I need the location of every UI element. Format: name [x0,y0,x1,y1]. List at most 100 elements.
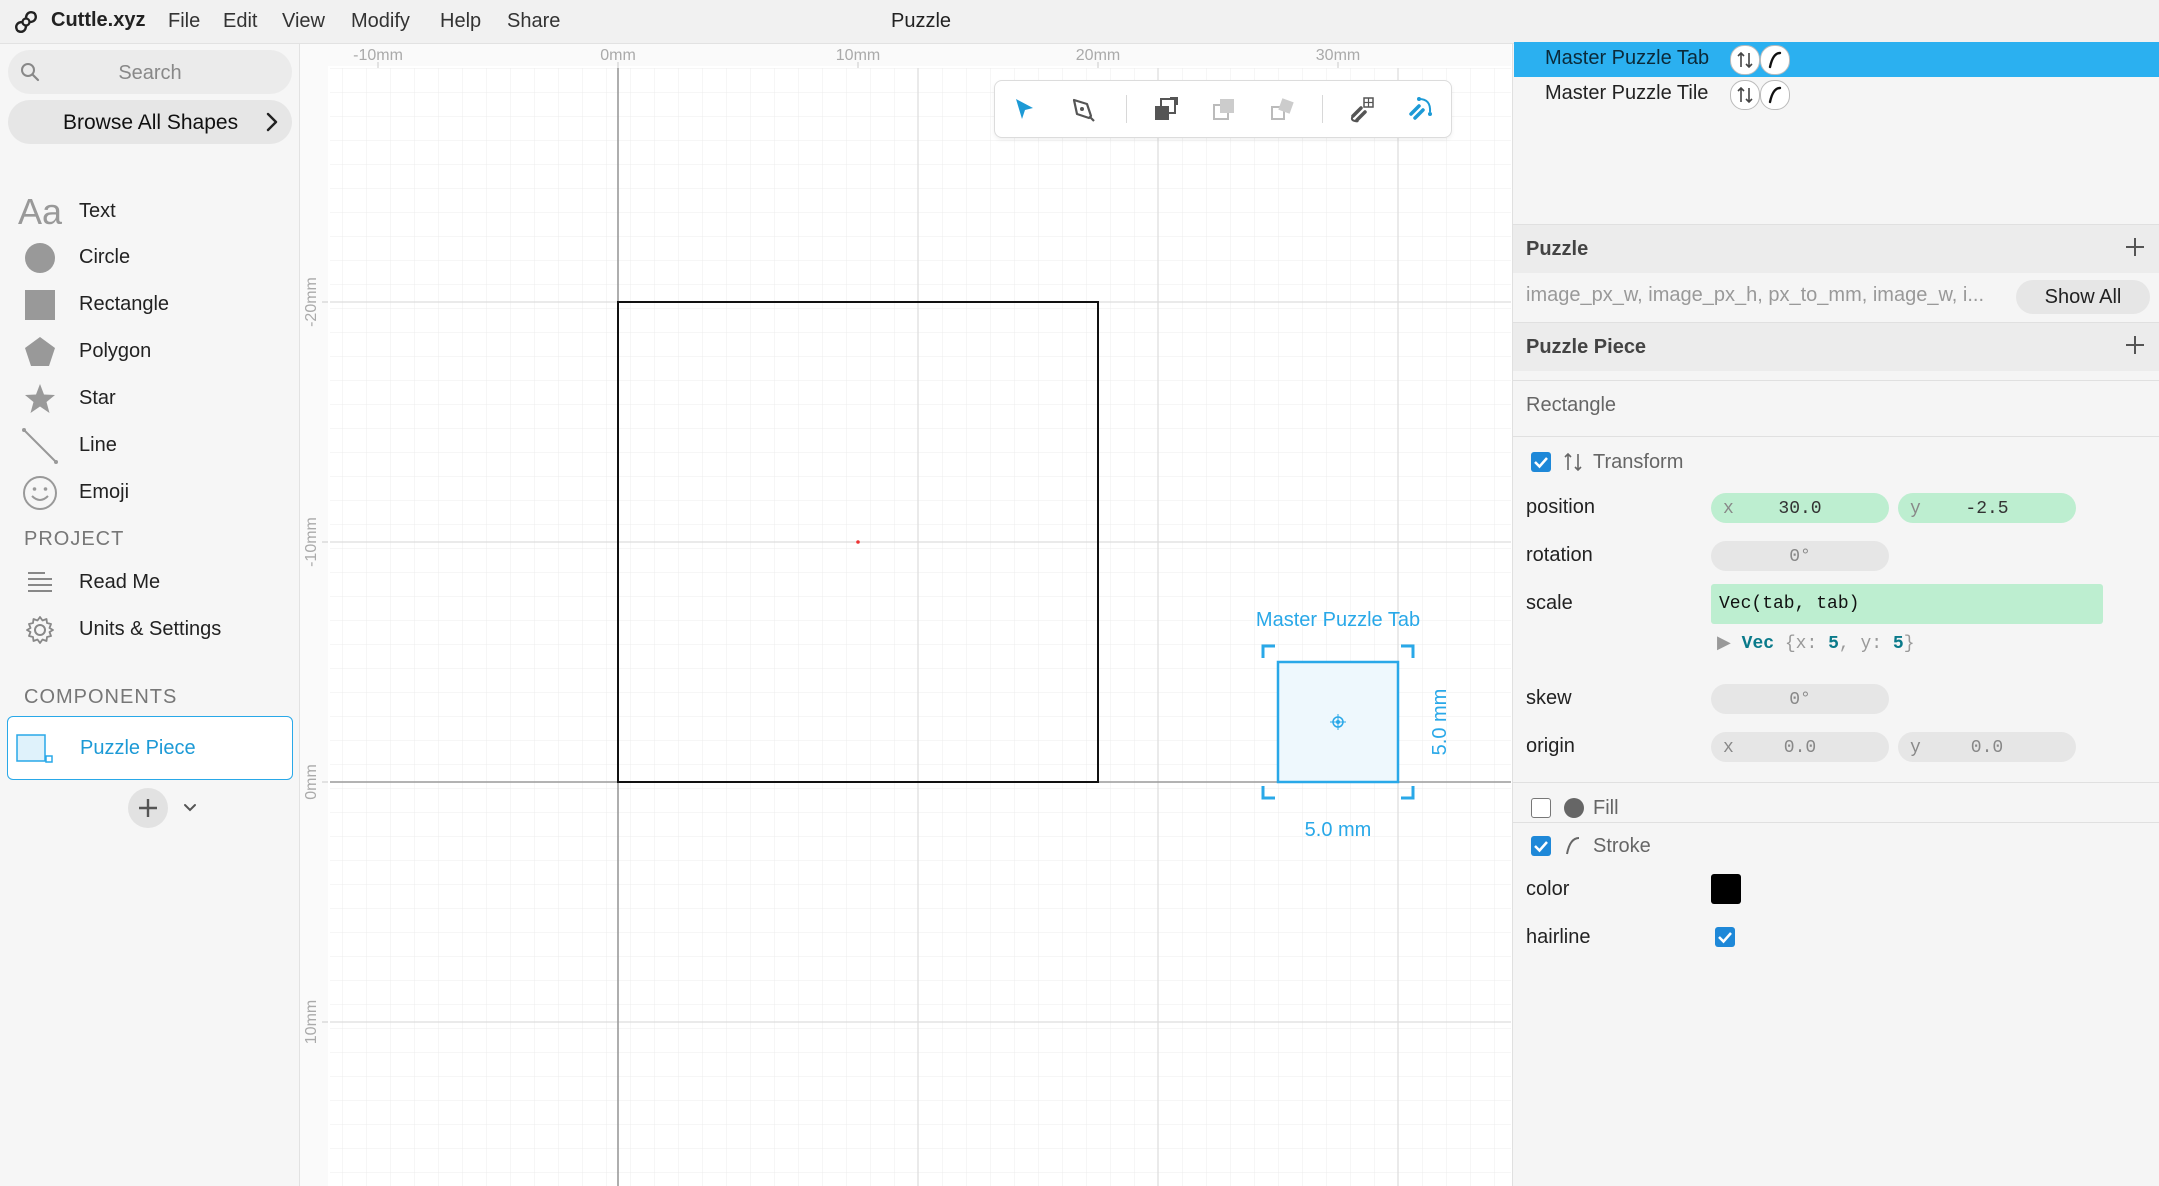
project-item-label: Read Me [79,571,161,593]
component-thumbnail-icon [16,734,53,763]
hairline-checkbox[interactable] [1715,927,1735,947]
shape-label: Text [79,200,116,222]
divider [1513,782,2159,783]
component-puzzle-piece[interactable]: Puzzle Piece [7,716,293,780]
plus-icon [139,799,157,817]
drawing-surface[interactable]: -10mm 0mm 10mm 20mm 30mm -20mm -10mm 0mm… [300,44,1511,1186]
fill-label: Fill [1593,797,1619,819]
inspector-panel: Master Puzzle Tab Master Puzzle Tile Puz… [1512,42,2159,1186]
transform-arrows-icon[interactable] [1730,80,1760,110]
position-x-field[interactable]: x 30.0 [1711,493,1889,523]
ruler-label-x: 30mm [1316,47,1360,64]
panel-title: Puzzle Piece [1526,336,1647,358]
smiley-icon [20,476,60,510]
scale-expression: Vec(tab, tab) [1719,594,1860,614]
project-item-label: Units & Settings [79,618,222,640]
layer-label: Master Puzzle Tile [1545,82,1709,104]
origin-y-value: 0.0 [1970,738,2004,758]
divider [1513,436,2159,437]
shape-item-text[interactable]: Aa Text [0,189,299,233]
line-icon [20,428,60,464]
fill-checkbox[interactable] [1531,798,1551,818]
shape-type-label: Rectangle [1526,394,1617,416]
ruler-label-x: 10mm [836,47,880,64]
width-dimension-label: 5.0 mm [1305,819,1372,841]
chevron-down-icon[interactable] [181,800,199,816]
plus-icon[interactable] [2123,235,2147,259]
transform-label: Transform [1593,451,1684,473]
puzzle-piece-parameters-header[interactable]: Puzzle Piece [1513,323,2159,371]
scale-tool-icon[interactable] [1151,94,1181,124]
snap-grid-magnet-icon[interactable] [1347,94,1377,124]
ruler-label-y: 0mm [303,764,320,800]
star-icon [20,382,60,416]
shape-item-emoji[interactable]: Emoji [0,470,299,514]
left-sidebar: Search Browse All Shapes Aa Text Circle … [0,44,300,1186]
shape-item-polygon[interactable]: Polygon [0,329,299,373]
browse-all-shapes-button[interactable]: Browse All Shapes [8,100,292,144]
shape-label: Polygon [79,340,152,362]
shape-item-star[interactable]: Star [0,376,299,420]
stroke-checkbox[interactable] [1531,836,1551,856]
circle-icon [20,241,60,275]
stroke-color-swatch[interactable] [1711,874,1741,904]
plus-icon[interactable] [2123,333,2147,357]
select-arrow-icon[interactable] [1009,94,1039,124]
fill-circle-icon [1564,798,1584,818]
browse-label: Browse All Shapes [63,111,239,134]
ruler-label-x: 0mm [600,47,636,64]
origin-x-field[interactable]: x 0.0 [1711,732,1889,762]
layer-row-master-puzzle-tile[interactable]: Master Puzzle Tile [1514,77,2159,112]
position-label: position [1526,496,1595,518]
shape-label: Rectangle [79,293,170,315]
preview-x: 5 [1828,634,1839,654]
toolbar-divider [1126,95,1127,123]
shape-item-circle[interactable]: Circle [0,235,299,279]
toolbar-divider [1322,95,1323,123]
transform-checkbox[interactable] [1531,452,1551,472]
canvas[interactable]: -10mm 0mm 10mm 20mm 30mm -20mm -10mm 0mm… [300,44,1511,1186]
search-placeholder: Search [118,62,182,84]
snap-path-magnet-icon[interactable] [1405,94,1435,124]
transform-arrows-icon[interactable] [1730,45,1760,75]
divider [1513,380,2159,381]
show-all-label: Show All [2044,286,2122,308]
preview-type: Vec [1741,634,1775,654]
puzzle-parameters-header[interactable]: Puzzle [1513,225,2159,273]
position-y-field[interactable]: y -2.5 [1898,493,2076,523]
selection-name-label: Master Puzzle Tab [1256,609,1420,631]
shape-item-rectangle[interactable]: Rectangle [0,282,299,326]
color-label: color [1526,878,1570,900]
rotate-disabled-icon[interactable] [1267,94,1297,124]
stroke-path-icon[interactable] [1760,45,1790,75]
position-y-value: -2.5 [1965,499,2009,519]
ruler-label-y: -20mm [303,277,320,327]
document-lines-icon [20,566,60,600]
scale-disabled-icon[interactable] [1209,94,1239,124]
scale-evaluated-preview[interactable]: ▶ Vec {x: 5, y: 5} [1717,632,1915,654]
expand-triangle-icon[interactable]: ▶ [1717,634,1731,654]
rotation-field[interactable]: 0° [1711,541,1889,571]
origin-y-field[interactable]: y 0.0 [1898,732,2076,762]
panel-title: Puzzle [1526,238,1589,260]
project-heading: PROJECT [24,528,125,550]
scale-expression-field[interactable]: Vec(tab, tab) [1711,584,2103,624]
skew-field[interactable]: 0° [1711,684,1889,714]
project-item-settings[interactable]: Units & Settings [0,607,299,651]
add-component-button[interactable] [128,788,168,828]
project-item-readme[interactable]: Read Me [0,560,299,604]
position-x-value: 30.0 [1778,499,1822,519]
shape-item-line[interactable]: Line [0,423,299,467]
scale-label: scale [1526,592,1573,614]
parameter-list: image_px_w, image_px_h, px_to_mm, image_… [1526,284,1985,306]
stroke-path-icon[interactable] [1760,80,1790,110]
shape-label: Circle [79,246,131,268]
pen-tool-icon[interactable] [1067,94,1097,124]
tool-palette [994,80,1452,138]
search-input[interactable]: Search [8,50,292,94]
ruler-label-y: -10mm [303,517,320,567]
show-all-button[interactable]: Show All [2016,280,2150,314]
ruler-label-x: -10mm [353,47,403,64]
layer-row-master-puzzle-tab[interactable]: Master Puzzle Tab [1514,42,2159,77]
document-title[interactable]: Puzzle [0,10,1842,33]
